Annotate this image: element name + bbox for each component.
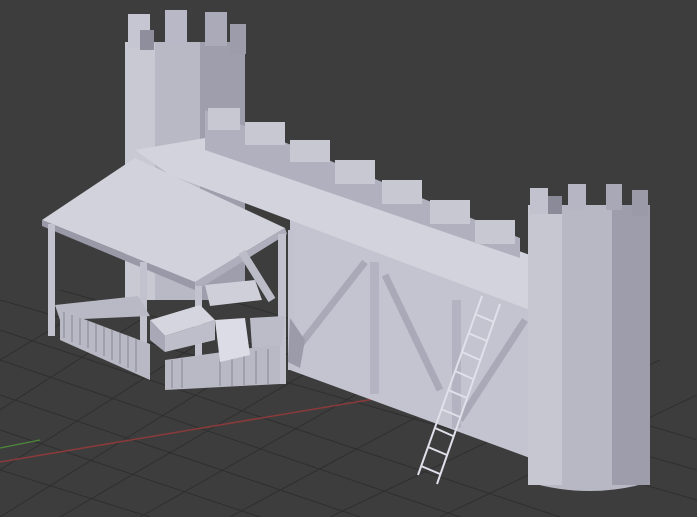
- scene-canvas[interactable]: [0, 0, 697, 517]
- right-tower[interactable]: [528, 184, 650, 491]
- 3d-viewport[interactable]: [0, 0, 697, 517]
